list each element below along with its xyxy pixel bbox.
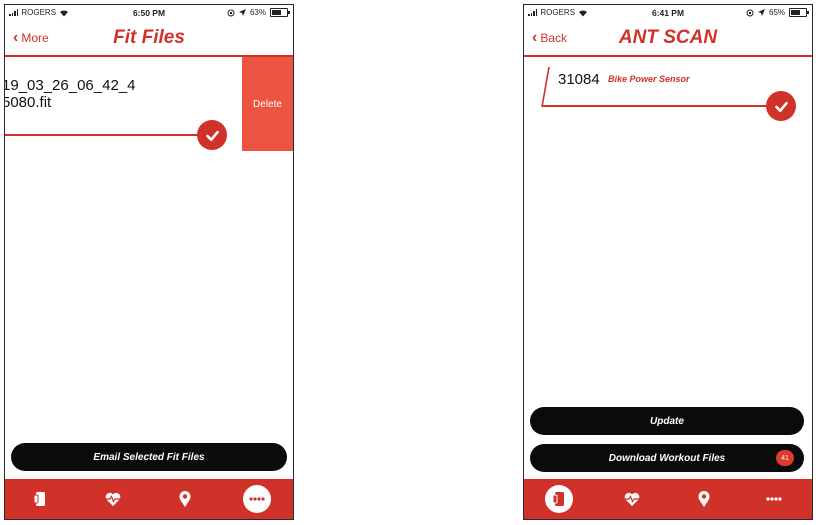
device-icon	[33, 492, 45, 506]
ant-scan-screen: ROGERS 6:41 PM 65% ‹ Back ANT SCAN 31084…	[523, 4, 813, 520]
sensor-type: Bike Power Sensor	[608, 74, 690, 84]
location-pin-icon	[698, 491, 710, 507]
page-title: Fit Files	[113, 27, 185, 48]
tab-device[interactable]	[26, 485, 54, 513]
file-name-line-1: 19_03_26_06_42_4	[4, 77, 136, 94]
selected-check-icon[interactable]	[197, 120, 227, 150]
battery-icon	[789, 8, 809, 17]
nav-bar: ‹ Back ANT SCAN	[524, 23, 812, 57]
download-count-badge: 41	[776, 450, 794, 466]
heart-rate-icon	[624, 492, 640, 506]
tab-more[interactable]	[243, 485, 271, 513]
row-slash-decoration	[541, 67, 550, 107]
location-arrow-icon	[238, 9, 246, 16]
tab-heart-rate[interactable]	[99, 485, 127, 513]
download-workout-files-button[interactable]: Download Workout Files 41	[530, 444, 804, 472]
tab-bar	[524, 479, 812, 519]
selected-check-icon[interactable]	[766, 91, 796, 121]
battery-percent: 65%	[768, 8, 785, 17]
more-icon	[249, 497, 265, 501]
update-button[interactable]: Update	[530, 407, 804, 435]
battery-percent: 63%	[249, 8, 266, 17]
row-underline	[5, 134, 201, 136]
battery-icon	[270, 8, 290, 17]
row-underline	[542, 105, 768, 107]
orientation-lock-icon	[227, 9, 235, 16]
tab-heart-rate[interactable]	[618, 485, 646, 513]
fit-files-screen: ROGERS 6:50 PM 63% ‹ More Fit Files 19_0…	[4, 4, 294, 520]
file-name-line-2: 5080.fit	[4, 94, 52, 111]
battery-fill	[272, 10, 281, 15]
download-button-label: Download Workout Files	[608, 452, 726, 464]
orientation-lock-icon	[746, 9, 754, 16]
more-icon	[766, 497, 782, 501]
tab-location[interactable]	[690, 485, 718, 513]
battery-fill	[791, 10, 801, 15]
fit-file-row[interactable]: 19_03_26_06_42_4 5080.fit	[4, 57, 242, 150]
file-name: 19_03_26_06_42_4 5080.fit	[4, 77, 232, 111]
location-pin-icon	[179, 491, 191, 507]
tab-bar	[5, 479, 293, 519]
status-bar: ROGERS 6:41 PM 65%	[524, 5, 812, 23]
tab-more[interactable]	[760, 485, 788, 513]
status-bar: ROGERS 6:50 PM 63%	[5, 5, 293, 23]
heart-rate-icon	[105, 492, 121, 506]
sensor-row[interactable]: 31084 Bike Power Sensor	[540, 65, 802, 121]
page-title: ANT SCAN	[618, 27, 718, 48]
sensor-id: 31084	[558, 71, 600, 88]
delete-button[interactable]: Delete	[242, 57, 293, 151]
tab-device[interactable]	[545, 485, 573, 513]
location-arrow-icon	[757, 9, 765, 16]
nav-bar: ‹ More Fit Files	[5, 23, 293, 57]
device-icon	[552, 492, 564, 506]
tab-location[interactable]	[171, 485, 199, 513]
email-selected-fit-files-button[interactable]: Email Selected Fit Files	[11, 443, 287, 471]
